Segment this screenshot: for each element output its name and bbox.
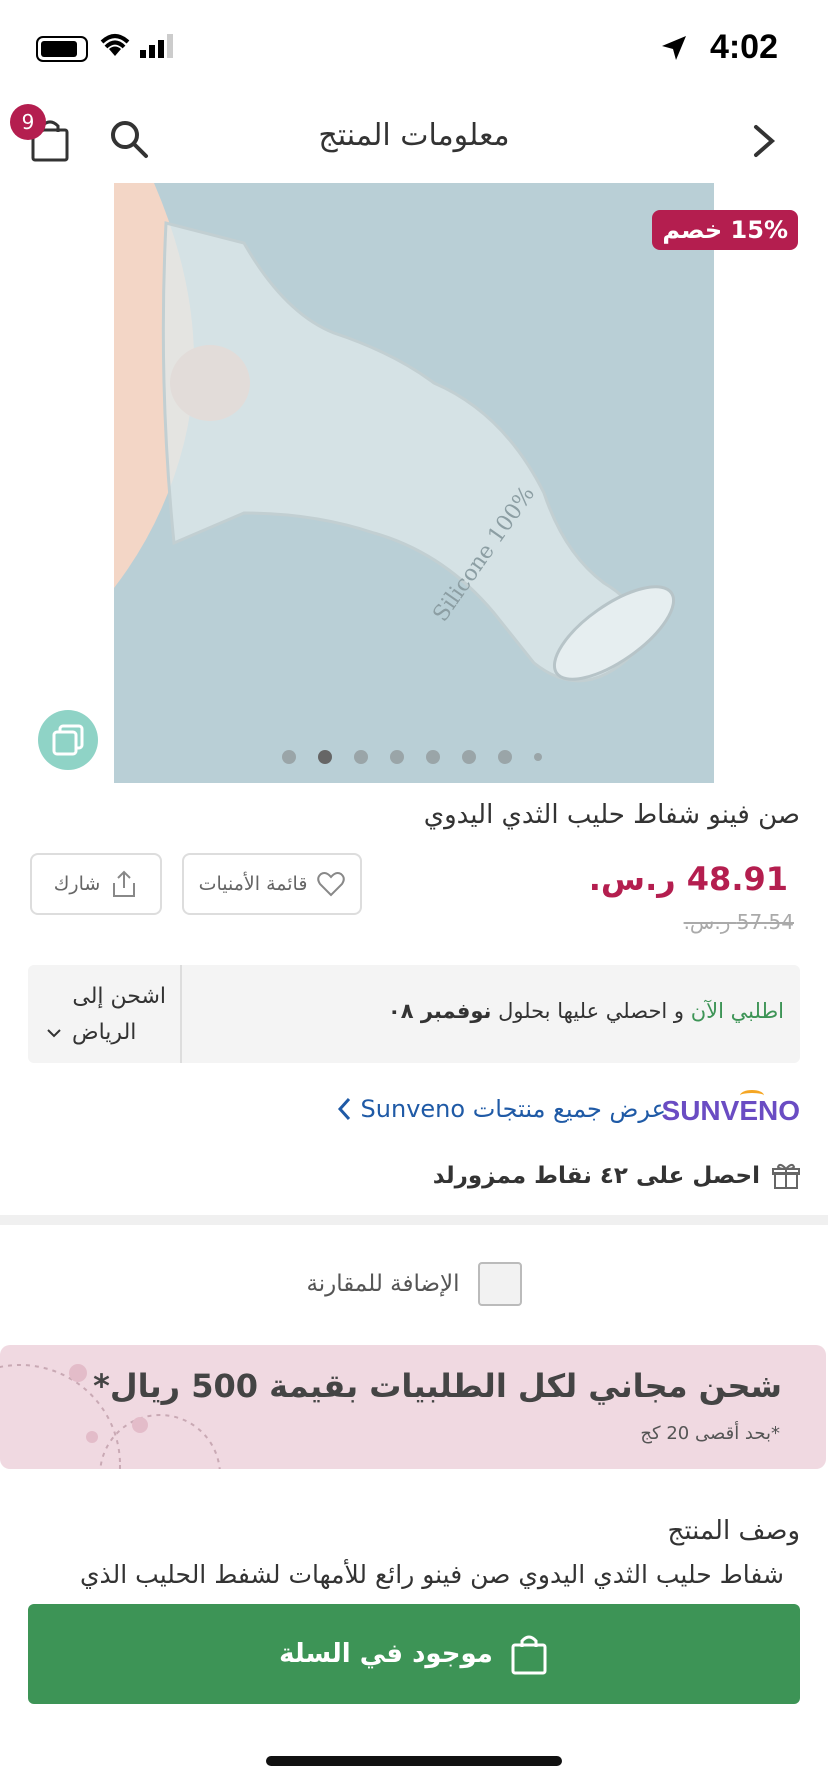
banner-decoration — [0, 1364, 221, 1469]
in-cart-label: موجود في السلة — [279, 1639, 493, 1669]
share-icon — [113, 870, 136, 897]
product-price: 48.91 ر.س. — [588, 860, 788, 898]
discount-badge: 15% خصم — [652, 210, 798, 250]
delivery-date: نوفمبر ٠٨ — [387, 999, 492, 1023]
section-divider — [0, 1215, 828, 1225]
back-chevron-icon[interactable] — [752, 124, 776, 162]
order-now-text: اطلبي الآن — [690, 999, 784, 1023]
chevron-down-icon — [47, 1029, 61, 1038]
ship-city: الرياض — [72, 1020, 137, 1045]
shipping-divider — [180, 965, 182, 1063]
carousel-dot[interactable] — [282, 750, 296, 764]
description-title: وصف المنتج — [667, 1516, 800, 1546]
chevron-left-icon — [337, 1097, 350, 1121]
points-text: احصل على ٤٢ نقاط ممزورلد — [432, 1163, 760, 1189]
brand-logo[interactable]: SUNVENO — [662, 1095, 800, 1127]
reward-points: احصل على ٤٢ نقاط ممزورلد — [433, 1162, 800, 1190]
view-all-brand-products-link[interactable]: عرض جميع منتجات Sunveno — [337, 1095, 666, 1123]
product-name: صن فينو شفاط حليب الثدي اليدوي — [423, 800, 800, 830]
location-arrow-icon — [660, 34, 688, 66]
wishlist-label: قائمة الأمنيات — [198, 873, 308, 895]
copy-icon — [52, 724, 84, 756]
delivery-middle-text: و احصلي عليها بحلول — [491, 999, 691, 1023]
product-image[interactable]: Silicone 100% — [114, 183, 714, 783]
free-shipping-banner[interactable]: شحن مجاني لكل الطلبيات بقيمة 500 ريال* *… — [0, 1345, 826, 1469]
page-title: معلومات المنتج — [318, 118, 510, 153]
compare-copy-button[interactable] — [38, 710, 98, 770]
ship-to-label: اشحن إلى — [72, 984, 166, 1009]
carousel-dot[interactable] — [426, 750, 440, 764]
shipping-box: اطلبي الآن و احصلي عليها بحلول نوفمبر ٠٨… — [28, 965, 800, 1063]
old-price: 57.54 ر.س. — [683, 910, 794, 934]
carousel-dot[interactable] — [462, 750, 476, 764]
wifi-icon — [98, 32, 132, 62]
delivery-estimate: اطلبي الآن و احصلي عليها بحلول نوفمبر ٠٨ — [388, 999, 784, 1023]
view-all-brand-label: عرض جميع منتجات Sunveno — [360, 1095, 666, 1123]
carousel-dot[interactable] — [534, 753, 542, 761]
banner-title: شحن مجاني لكل الطلبيات بقيمة 500 ريال* — [93, 1367, 782, 1405]
status-time: 4:02 — [709, 28, 778, 66]
carousel-dot-active[interactable] — [318, 750, 332, 764]
ship-to-selector[interactable]: اشحن إلى الرياض — [46, 979, 166, 1051]
compare-label: الإضافة للمقارنة — [306, 1271, 460, 1297]
compare-row[interactable]: الإضافة للمقارنة — [0, 1262, 828, 1306]
brand-logo-sun-icon — [740, 1090, 764, 1101]
in-cart-button[interactable]: موجود في السلة — [28, 1604, 800, 1704]
heart-icon — [317, 872, 346, 897]
shopping-bag-icon — [511, 1635, 547, 1675]
gift-icon — [772, 1163, 800, 1189]
carousel-dot[interactable] — [390, 750, 404, 764]
description-text: شفاط حليب الثدي اليدوي صن فينو رائع للأم… — [79, 1560, 784, 1589]
carousel-dot[interactable] — [354, 750, 368, 764]
status-bar: 4:02 — [0, 0, 828, 90]
signal-icon — [140, 34, 180, 62]
compare-checkbox[interactable] — [477, 1262, 522, 1306]
battery-icon — [36, 36, 88, 62]
wishlist-button[interactable]: قائمة الأمنيات — [182, 853, 362, 915]
banner-subtitle: *بحد أقصى 20 كج — [640, 1423, 780, 1444]
carousel-dot[interactable] — [498, 750, 512, 764]
share-button[interactable]: شارك — [30, 853, 162, 915]
home-indicator[interactable] — [266, 1756, 562, 1766]
share-label: شارك — [53, 873, 101, 895]
